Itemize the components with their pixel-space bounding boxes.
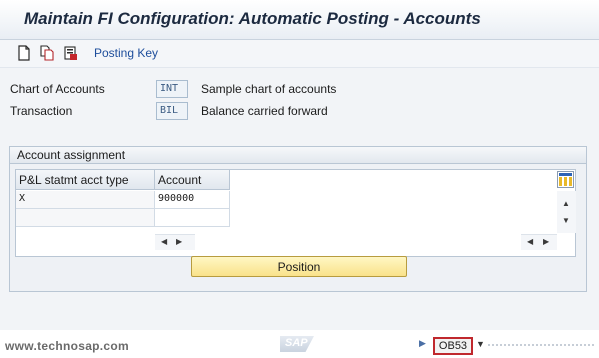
column-header-acct-type[interactable]: P&L statmt acct type bbox=[16, 170, 155, 190]
position-button[interactable]: Position bbox=[191, 256, 407, 277]
scroll-down-icon[interactable]: ▼ bbox=[562, 214, 570, 228]
main-area: Chart of Accounts INT Sample chart of ac… bbox=[0, 68, 599, 330]
title-bar: Maintain FI Configuration: Automatic Pos… bbox=[0, 0, 599, 40]
status-expand-icon[interactable]: ▶ bbox=[419, 338, 426, 349]
application-toolbar: Posting Key bbox=[0, 40, 599, 68]
transaction-field[interactable]: BIL bbox=[156, 102, 188, 120]
transaction-description: Balance carried forward bbox=[201, 104, 328, 118]
new-document-icon[interactable] bbox=[17, 45, 31, 61]
row-1-acct-type: X bbox=[16, 191, 155, 209]
account-assignment-group: Account assignment P&L statmt acct type … bbox=[9, 146, 587, 292]
table-horizontal-scrollbar-right[interactable]: ◀ ▶ bbox=[521, 234, 557, 250]
scroll-left-icon[interactable]: ◀ bbox=[161, 235, 167, 249]
scroll-right-icon[interactable]: ▶ bbox=[176, 235, 182, 249]
page-title: Maintain FI Configuration: Automatic Pos… bbox=[24, 9, 481, 28]
save-local-icon[interactable] bbox=[64, 45, 78, 61]
sap-logo: SAP bbox=[280, 336, 314, 352]
transaction-label: Transaction bbox=[10, 104, 73, 118]
chart-of-accounts-description: Sample chart of accounts bbox=[201, 82, 337, 96]
scroll-up-icon[interactable]: ▲ bbox=[562, 197, 570, 211]
account-assignment-title: Account assignment bbox=[10, 147, 586, 164]
chart-of-accounts-label: Chart of Accounts bbox=[10, 82, 105, 96]
row-2-account-field[interactable] bbox=[155, 209, 230, 227]
table-horizontal-scrollbar-left[interactable]: ◀ ▶ bbox=[155, 234, 195, 250]
row-2-acct-type bbox=[16, 209, 155, 227]
chevron-down-icon[interactable]: ▼ bbox=[476, 339, 485, 349]
chart-of-accounts-field[interactable]: INT bbox=[156, 80, 188, 98]
posting-key-button[interactable]: Posting Key bbox=[94, 46, 158, 60]
row-1-account-field[interactable]: 900000 bbox=[155, 191, 230, 209]
scroll-right-icon-2[interactable]: ▶ bbox=[543, 235, 549, 249]
watermark: www.technosap.com bbox=[5, 339, 130, 353]
status-divider bbox=[488, 344, 594, 346]
column-header-account[interactable]: Account bbox=[155, 170, 230, 190]
account-assignment-table: P&L statmt acct type Account X 900000 ▲ … bbox=[15, 169, 576, 257]
copy-document-icon[interactable] bbox=[40, 45, 54, 61]
transaction-code-field: OB53 bbox=[433, 337, 473, 355]
table-settings-icon[interactable] bbox=[557, 171, 574, 188]
table-vertical-scrollbar[interactable]: ▲ ▼ bbox=[557, 191, 576, 233]
scroll-left-icon-2[interactable]: ◀ bbox=[527, 235, 533, 249]
status-bar: www.technosap.com SAP ▶ OB53 ▼ bbox=[0, 330, 599, 358]
